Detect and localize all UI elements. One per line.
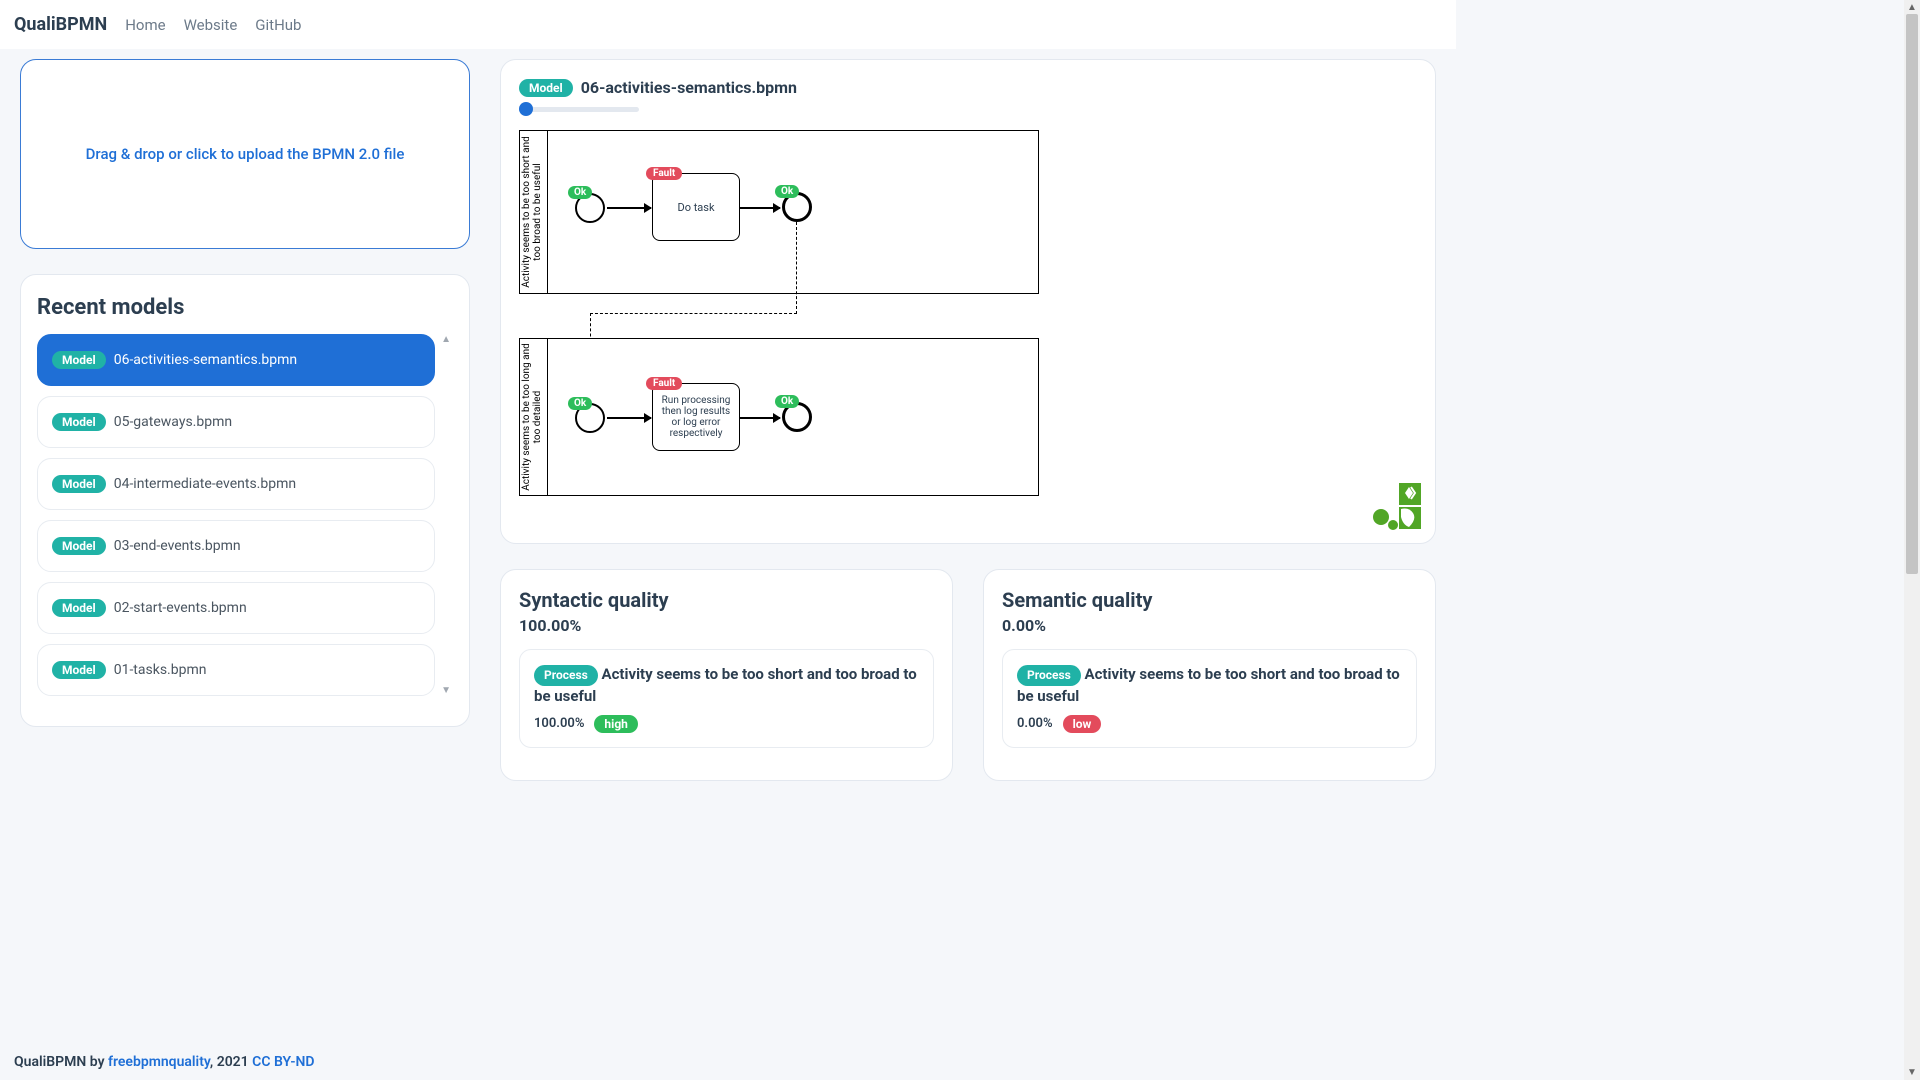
ok-badge: Ok [568, 186, 592, 199]
pool-1: Activity seems to be too short and too b… [519, 130, 1039, 294]
pool-2-label: Activity seems to be too long and too de… [521, 337, 543, 497]
navbar: QualiBPMN Home Website GitHub [0, 0, 1456, 49]
high-badge: high [594, 715, 637, 733]
nav-home[interactable]: Home [125, 16, 165, 34]
scroll-down-icon[interactable]: ▼ [1907, 1067, 1917, 1078]
fault-badge: Fault [646, 377, 682, 390]
footer-link-author[interactable]: freebpmnquality [108, 1054, 210, 1070]
bpmn-diagram[interactable]: Activity seems to be too short and too b… [519, 130, 1417, 510]
ok-badge: Ok [775, 185, 799, 198]
recent-item-3[interactable]: Model 03-end-events.bpmn [37, 520, 435, 572]
upload-dropzone[interactable]: Drag & drop or click to upload the BPMN … [20, 59, 470, 249]
process-pill: Process [534, 665, 598, 686]
recent-item-5[interactable]: Model 01-tasks.bpmn [37, 644, 435, 696]
task-do-task[interactable]: Do task [652, 173, 740, 241]
recent-scroll-down-icon[interactable]: ▼ [441, 685, 451, 696]
task-label: Do task [677, 201, 714, 214]
footer: QualiBPMN by freebpmnquality, 2021 CC BY… [0, 1044, 329, 1080]
quality-item-pct: 0.00% [1017, 716, 1053, 731]
ok-badge: Ok [775, 395, 799, 408]
sequence-flow [740, 207, 780, 209]
sequence-flow [740, 417, 780, 419]
recent-item-label: 02-start-events.bpmn [114, 600, 247, 616]
recent-models-title: Recent models [37, 295, 453, 320]
nav-website[interactable]: Website [184, 16, 238, 34]
low-badge: low [1063, 715, 1102, 733]
message-flow [590, 313, 797, 314]
page-scrollbar[interactable]: ▲ ▼ [1904, 0, 1920, 1080]
model-pill: Model [52, 475, 106, 493]
task-run-processing[interactable]: Run processing then log results or log e… [652, 383, 740, 451]
brand[interactable]: QualiBPMN [14, 14, 107, 35]
fault-badge: Fault [646, 167, 682, 180]
semantic-pct: 0.00% [1002, 616, 1417, 635]
model-pill: Model [52, 413, 106, 431]
footer-link-license[interactable]: CC BY-ND [252, 1054, 314, 1070]
model-pill: Model [52, 661, 106, 679]
syntactic-item-0[interactable]: Process Activity seems to be too short a… [519, 649, 934, 748]
scroll-up-icon[interactable]: ▲ [1907, 2, 1917, 13]
zoom-slider[interactable] [519, 107, 1417, 112]
nav-github[interactable]: GitHub [255, 16, 301, 34]
ok-badge: Ok [568, 397, 592, 410]
syntactic-title: Syntactic quality [519, 588, 934, 612]
quality-item-pct: 100.00% [534, 716, 584, 731]
sequence-flow [607, 417, 651, 419]
model-pill: Model [519, 79, 573, 97]
model-pill: Model [52, 351, 106, 369]
process-pill: Process [1017, 665, 1081, 686]
semantic-title: Semantic quality [1002, 588, 1417, 612]
upload-prompt: Drag & drop or click to upload the BPMN … [86, 145, 405, 163]
recent-item-label: 04-intermediate-events.bpmn [114, 476, 296, 492]
task-label: Run processing then log results or log e… [662, 395, 731, 439]
recent-item-label: 01-tasks.bpmn [114, 662, 207, 678]
pool-2: Activity seems to be too long and too de… [519, 338, 1039, 496]
model-pill: Model [52, 599, 106, 617]
zoom-slider-thumb[interactable] [519, 102, 533, 116]
model-filename: 06-activities-semantics.bpmn [581, 78, 797, 97]
recent-item-1[interactable]: Model 05-gateways.bpmn [37, 396, 435, 448]
model-viewer-panel: Model 06-activities-semantics.bpmn Activ… [500, 59, 1436, 544]
footer-mid: , 2021 [210, 1054, 252, 1070]
syntactic-pct: 100.00% [519, 616, 934, 635]
footer-prefix: QualiBPMN by [14, 1054, 108, 1070]
sequence-flow [607, 207, 651, 209]
pool-1-label: Activity seems to be too short and too b… [521, 132, 543, 292]
recent-item-2[interactable]: Model 04-intermediate-events.bpmn [37, 458, 435, 510]
recent-item-label: 05-gateways.bpmn [114, 414, 232, 430]
bpmn-io-logo-icon[interactable] [1373, 481, 1423, 531]
semantic-quality-panel: Semantic quality 0.00% Process Activity … [983, 569, 1436, 781]
syntactic-quality-panel: Syntactic quality 100.00% Process Activi… [500, 569, 953, 781]
recent-scroll-up-icon[interactable]: ▲ [441, 334, 451, 345]
recent-item-4[interactable]: Model 02-start-events.bpmn [37, 582, 435, 634]
semantic-item-0[interactable]: Process Activity seems to be too short a… [1002, 649, 1417, 748]
recent-item-label: 03-end-events.bpmn [114, 538, 241, 554]
recent-item-label: 06-activities-semantics.bpmn [114, 352, 297, 368]
message-flow [796, 222, 797, 314]
model-pill: Model [52, 537, 106, 555]
page-scrollbar-thumb[interactable] [1906, 14, 1918, 574]
recent-models-panel: Recent models ▲ Model 06-activities-sema… [20, 274, 470, 727]
recent-item-0[interactable]: Model 06-activities-semantics.bpmn [37, 334, 435, 386]
